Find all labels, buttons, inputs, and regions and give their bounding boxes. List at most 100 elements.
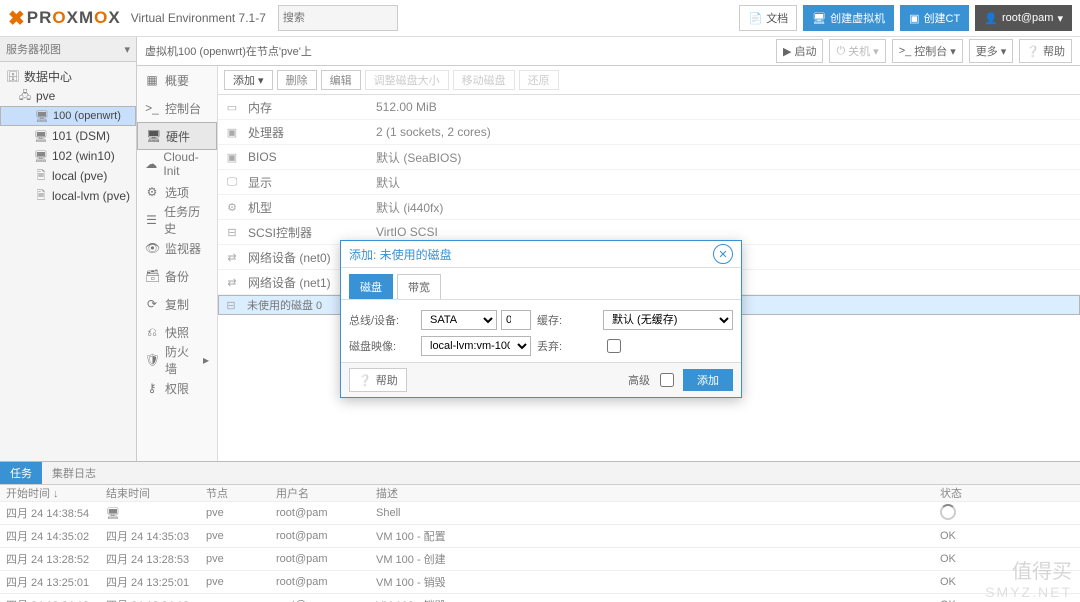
chevron-down-icon: ▾ — [950, 45, 956, 58]
cache-select[interactable]: 默认 (无缓存) — [603, 310, 733, 330]
backup-icon: 🗃 — [145, 269, 159, 283]
nav-taskhistory[interactable]: ☰任务历史 — [137, 206, 217, 234]
nav-cloudinit[interactable]: ☁Cloud-Init — [137, 150, 217, 178]
row-value: 默认 (i440fx) — [376, 199, 1074, 216]
row-icon: ⊟ — [223, 299, 239, 312]
help-icon: ❔ — [358, 374, 372, 387]
hardware-row[interactable]: 🖵显示默认 — [218, 170, 1080, 195]
col-node[interactable]: 节点 — [206, 485, 276, 501]
hardware-row[interactable]: ▣BIOS默认 (SeaBIOS) — [218, 145, 1080, 170]
tab-cluster-log[interactable]: 集群日志 — [42, 462, 106, 484]
tree-vm-100[interactable]: 🖥100 (openwrt) — [0, 106, 136, 126]
tree-storage-locallvm[interactable]: 🗎local-lvm (pve) — [0, 186, 136, 206]
tree-header[interactable]: 服务器视图▾ — [0, 37, 136, 62]
hardware-row[interactable]: ▭内存512.00 MiB — [218, 95, 1080, 120]
nav-summary[interactable]: ▦概要 — [137, 66, 217, 94]
vm-icon: 🖥 — [34, 150, 48, 163]
tasks-panel: 任务 集群日志 开始时间 ↓ 结束时间 节点 用户名 描述 状态 四月 24 1… — [0, 461, 1080, 602]
create-vm-button[interactable]: 🖥创建虚拟机 — [803, 5, 894, 31]
bus-select[interactable]: SATA — [421, 310, 497, 330]
hw-resize-button[interactable]: 调整磁盘大小 — [365, 70, 449, 90]
dialog-add-button[interactable]: 添加 — [683, 369, 733, 391]
task-row[interactable]: 四月 24 13:24:12四月 24 13:24:12pveroot@pamV… — [0, 594, 1080, 602]
tab-bandwidth[interactable]: 带宽 — [397, 274, 441, 299]
col-end[interactable]: 结束时间 — [106, 485, 206, 501]
nav-backup[interactable]: 🗃备份 — [137, 262, 217, 290]
create-ct-button[interactable]: ▣创建CT — [900, 5, 969, 31]
hw-move-button[interactable]: 移动磁盘 — [453, 70, 515, 90]
snapshot-icon: ⎌ — [145, 325, 159, 340]
start-button[interactable]: ▶启动 — [776, 39, 823, 63]
dialog-close-button[interactable]: ✕ — [713, 244, 733, 264]
tree-datacenter[interactable]: 🗄数据中心 — [0, 66, 136, 86]
tree-vm-101[interactable]: 🖥101 (DSM) — [0, 126, 136, 146]
help-button[interactable]: ❔帮助 — [1019, 39, 1072, 63]
dialog-title-bar: 添加: 未使用的磁盘 ✕ — [341, 241, 741, 268]
logo-text: PROXMOX — [27, 8, 121, 28]
server-icon: 🖧 — [18, 87, 32, 106]
global-search[interactable] — [278, 5, 398, 31]
nav-replication[interactable]: ⟳复制 — [137, 290, 217, 318]
col-desc[interactable]: 描述 — [376, 485, 940, 501]
docs-button[interactable]: 📄文档 — [739, 5, 797, 31]
dialog-title: 添加: 未使用的磁盘 — [349, 246, 452, 263]
nav-monitor[interactable]: 👁监视器 — [137, 234, 217, 262]
dialog-body: 总线/设备: SATA 缓存: 默认 (无缓存) 磁盘映像: local-lvm… — [341, 300, 741, 362]
task-row[interactable]: 四月 24 14:35:02四月 24 14:35:03pveroot@pamV… — [0, 525, 1080, 548]
tab-disk[interactable]: 磁盘 — [349, 274, 393, 299]
storage-icon: 🗎 — [34, 187, 48, 206]
summary-icon: ▦ — [145, 73, 159, 87]
hw-remove-button[interactable]: 删除 — [277, 70, 317, 90]
col-start[interactable]: 开始时间 ↓ — [0, 485, 106, 501]
nav-hardware[interactable]: 🖥硬件 — [137, 122, 217, 150]
label-discard: 丢弃: — [537, 338, 597, 354]
col-user[interactable]: 用户名 — [276, 485, 376, 501]
console-icon: >_ — [145, 101, 159, 115]
shutdown-button[interactable]: ⏻关机 ▾ — [829, 39, 885, 63]
row-icon: ⚙ — [224, 201, 240, 214]
discard-checkbox[interactable] — [607, 339, 621, 353]
tree-storage-local[interactable]: 🗎local (pve) — [0, 166, 136, 186]
console-button[interactable]: >_控制台 ▾ — [892, 39, 963, 63]
row-icon: ⊟ — [224, 226, 240, 239]
search-input[interactable] — [278, 5, 398, 31]
hw-revert-button[interactable]: 还原 — [519, 70, 559, 90]
advanced-label: 高级 — [628, 372, 650, 388]
tab-tasks[interactable]: 任务 — [0, 462, 42, 484]
row-icon: ⇄ — [224, 276, 240, 289]
datacenter-icon: 🗄 — [6, 70, 20, 83]
vm-icon: 🖥 — [34, 130, 48, 143]
resource-tree-panel: 服务器视图▾ 🗄数据中心 🖧pve 🖥100 (openwrt) 🖥101 (D… — [0, 37, 137, 462]
more-button[interactable]: 更多 ▾ — [969, 39, 1014, 63]
chevron-down-icon: ▾ — [873, 45, 879, 58]
nav-snapshot[interactable]: ⎌快照 — [137, 318, 217, 346]
advanced-checkbox[interactable] — [660, 373, 674, 387]
task-row[interactable]: 四月 24 14:38:54🖥pveroot@pamShell — [0, 502, 1080, 525]
user-menu[interactable]: 👤root@pam ▾ — [975, 5, 1072, 31]
tree-node-pve[interactable]: 🖧pve — [0, 86, 136, 106]
tree-vm-102[interactable]: 🖥102 (win10) — [0, 146, 136, 166]
label-bus: 总线/设备: — [349, 312, 415, 328]
user-icon: 👤 — [984, 12, 998, 25]
hw-add-button[interactable]: 添加 ▾ — [224, 70, 273, 90]
hw-edit-button[interactable]: 编辑 — [321, 70, 361, 90]
nav-options[interactable]: ⚙选项 — [137, 178, 217, 206]
task-row[interactable]: 四月 24 13:25:01四月 24 13:25:01pveroot@pamV… — [0, 571, 1080, 594]
row-value: 2 (1 sockets, 2 cores) — [376, 125, 1074, 139]
row-value: 512.00 MiB — [376, 100, 1074, 114]
row-value: VirtIO SCSI — [376, 225, 1074, 239]
task-row[interactable]: 四月 24 13:28:52四月 24 13:28:53pveroot@pamV… — [0, 548, 1080, 571]
help-icon: ❔ — [1026, 45, 1040, 58]
close-icon: ✕ — [718, 248, 727, 261]
hardware-row[interactable]: ⚙机型默认 (i440fx) — [218, 195, 1080, 220]
col-status[interactable]: 状态 — [940, 485, 1080, 501]
nav-console[interactable]: >_控制台 — [137, 94, 217, 122]
nav-permissions[interactable]: ⚷权限 — [137, 374, 217, 402]
sync-icon: ⟳ — [145, 297, 159, 311]
play-icon: ▶ — [783, 45, 791, 58]
nav-firewall[interactable]: 🛡防火墙▸ — [137, 346, 217, 374]
bus-index-input[interactable] — [501, 310, 531, 330]
image-select[interactable]: local-lvm:vm-100-disk-0 — [421, 336, 531, 356]
hardware-row[interactable]: ▣处理器2 (1 sockets, 2 cores) — [218, 120, 1080, 145]
dialog-help-button[interactable]: ❔帮助 — [349, 368, 407, 392]
